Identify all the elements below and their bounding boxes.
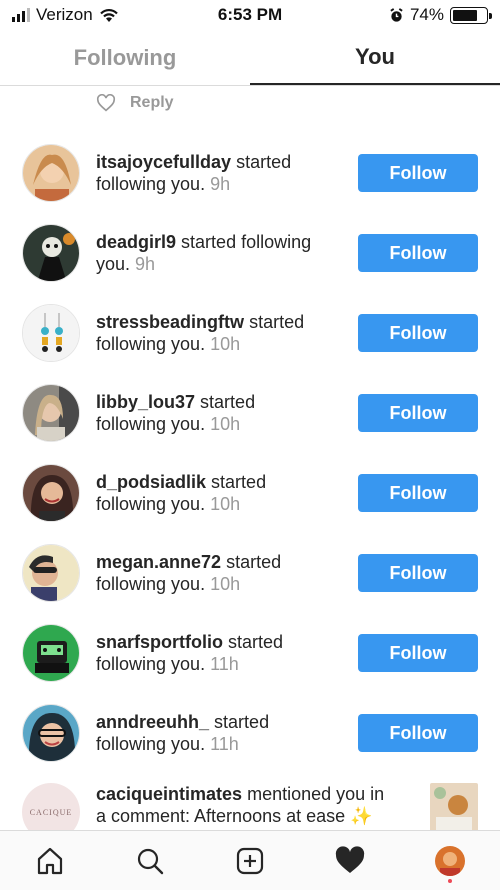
tab-following[interactable]: Following [0, 30, 250, 85]
battery-icon [450, 6, 492, 24]
alarm-icon [390, 7, 403, 22]
avatar[interactable] [22, 624, 80, 682]
list-item: stressbeadingftw started following you. … [0, 293, 500, 373]
follow-button[interactable]: Follow [358, 154, 478, 192]
action-text: started [249, 312, 305, 332]
avatar[interactable] [22, 704, 80, 762]
avatar[interactable] [22, 384, 80, 442]
avatar[interactable] [22, 464, 80, 522]
battery-percent: 74% [409, 5, 444, 24]
notification-text: stressbeadingftw started following you. … [96, 311, 358, 355]
username-link[interactable]: itsajoycefullday [96, 152, 231, 172]
timestamp: 11h [210, 654, 239, 674]
timestamp: 9h [135, 254, 156, 274]
nav-activity[interactable] [326, 837, 374, 885]
action-text: started [200, 392, 256, 412]
list-item: megan.anne72 started following you. 10h … [0, 533, 500, 613]
username-link[interactable]: d_podsiadlik [96, 472, 206, 492]
avatar[interactable] [22, 304, 80, 362]
notification-text: snarfsportfolio started following you. 1… [96, 631, 358, 675]
avatar[interactable] [22, 144, 80, 202]
notification-dot [448, 878, 452, 883]
list-item: d_podsiadlik started following you. 10h … [0, 453, 500, 533]
action-text: following you. [96, 494, 206, 514]
list-item: snarfsportfolio started following you. 1… [0, 613, 500, 693]
nav-search[interactable] [126, 837, 174, 885]
follow-button[interactable]: Follow [358, 714, 478, 752]
bottom-nav [0, 830, 500, 890]
username-link[interactable]: snarfsportfolio [96, 632, 223, 652]
notification-text: itsajoycefullday started following you. … [96, 151, 358, 195]
reply-link[interactable]: Reply [130, 94, 174, 112]
wifi-icon [99, 8, 118, 22]
notification-text: megan.anne72 started following you. 10h [96, 551, 358, 595]
timestamp: 10h [210, 334, 241, 354]
timestamp: 10h [210, 494, 241, 514]
avatar[interactable] [22, 544, 80, 602]
action-text: following you. [96, 734, 206, 754]
activity-tabs: Following You [0, 30, 500, 86]
notification-text: libby_lou37 started following you. 10h [96, 391, 358, 435]
username-link[interactable]: megan.anne72 [96, 552, 221, 572]
avatar[interactable] [22, 224, 80, 282]
home-icon [37, 847, 63, 874]
timestamp: 10h [210, 414, 241, 434]
list-item: itsajoycefullday started following you. … [0, 133, 500, 213]
notification-text: anndreeuhh_ started following you. 11h [96, 711, 358, 755]
action-text: following you. [96, 654, 206, 674]
list-item: libby_lou37 started following you. 10h F… [0, 373, 500, 453]
username-link[interactable]: stressbeadingftw [96, 312, 244, 332]
nav-profile[interactable] [426, 837, 474, 885]
action-text: you. [96, 254, 131, 274]
nav-add-post[interactable] [226, 837, 274, 885]
cell-signal-icon [12, 8, 30, 22]
timestamp: 9h [210, 174, 231, 194]
reply-row: Reply [96, 94, 174, 112]
action-text: following you. [96, 334, 206, 354]
nav-home[interactable] [26, 837, 74, 885]
action-text: started [211, 472, 267, 492]
timestamp: 11h [210, 734, 239, 754]
username-link[interactable]: anndreeuhh_ [96, 712, 209, 732]
username-link[interactable]: deadgirl9 [96, 232, 176, 252]
heart-outline-icon[interactable] [96, 94, 116, 112]
username-link[interactable]: caciqueintimates [96, 784, 242, 804]
follow-button[interactable]: Follow [358, 394, 478, 432]
list-item: deadgirl9 started following you. 9h Foll… [0, 213, 500, 293]
action-text: started [214, 712, 270, 732]
notification-list: itsajoycefullday started following you. … [0, 133, 500, 853]
username-link[interactable]: libby_lou37 [96, 392, 195, 412]
timestamp: 10h [210, 574, 241, 594]
action-text: following you. [96, 414, 206, 434]
brand-logo-text: CACIQUE [29, 807, 73, 817]
search-icon [137, 848, 164, 874]
action-text: mentioned you in [247, 784, 385, 804]
action-text: started [226, 552, 282, 572]
profile-avatar [435, 845, 465, 876]
carrier-label: Verizon [36, 5, 93, 24]
follow-button[interactable]: Follow [358, 554, 478, 592]
follow-button[interactable]: Follow [358, 474, 478, 512]
activity-heart-icon [335, 845, 365, 873]
action-text: following you. [96, 174, 206, 194]
follow-button[interactable]: Follow [358, 234, 478, 272]
action-text: following you. [96, 574, 206, 594]
action-text: started following [181, 232, 312, 252]
add-post-icon [236, 847, 264, 874]
follow-button[interactable]: Follow [358, 634, 478, 672]
tab-you[interactable]: You [250, 30, 500, 85]
status-bar: Verizon 6:53 PM 74% [0, 0, 500, 30]
action-text: started [236, 152, 292, 172]
post-thumbnail[interactable] [430, 783, 478, 835]
notification-text: d_podsiadlik started following you. 10h [96, 471, 358, 515]
action-text: started [228, 632, 284, 652]
notification-text: deadgirl9 started following you. 9h [96, 231, 358, 275]
notification-text: caciqueintimates mentioned you in a comm… [96, 783, 430, 827]
list-item: anndreeuhh_ started following you. 11h F… [0, 693, 500, 773]
follow-button[interactable]: Follow [358, 314, 478, 352]
comment-text: a comment: Afternoons at ease ✨ [96, 806, 373, 826]
